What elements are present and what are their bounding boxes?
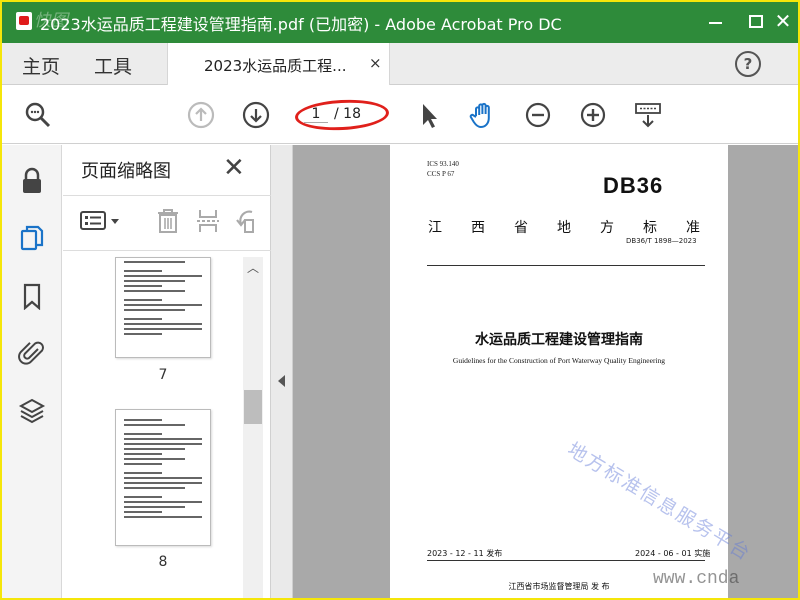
document-tab-close-button[interactable]: ×: [369, 54, 382, 72]
plus-circle-icon: [580, 102, 606, 128]
page-thumbnail-7[interactable]: [115, 257, 211, 358]
extract-page-button[interactable]: [193, 206, 223, 236]
search-button[interactable]: [22, 99, 54, 131]
layers-icon: [18, 398, 46, 424]
rotate-page-button[interactable]: [231, 206, 261, 236]
home-tab[interactable]: 主页: [22, 52, 60, 79]
layers-button[interactable]: [16, 395, 48, 427]
pdf-page: ICS 93.140 CCS P 67 DB36 江 西 省 地 方 标 准 D…: [390, 145, 755, 600]
hand-tool-button[interactable]: [467, 99, 499, 131]
standard-code: DB36: [603, 173, 664, 198]
title-bar: 快图 2023水运品质工程建设管理指南.pdf (已加密) - Adobe Ac…: [0, 0, 800, 43]
security-button[interactable]: [16, 165, 48, 197]
category-char: 地: [557, 220, 571, 236]
arrow-down-circle-icon: [242, 101, 270, 129]
document-view[interactable]: ICS 93.140 CCS P 67 DB36 江 西 省 地 方 标 准 D…: [293, 145, 800, 600]
help-button[interactable]: ?: [735, 51, 761, 77]
select-tool-button[interactable]: [413, 99, 445, 131]
left-rail: [0, 145, 62, 600]
attachments-button[interactable]: [16, 337, 48, 369]
thumbnail-page-number: 7: [158, 367, 168, 383]
document-subtitle: Guidelines for the Construction of Port …: [452, 356, 666, 365]
maximize-icon: [749, 14, 763, 28]
category-char: 方: [600, 220, 614, 236]
thumbnails-close-button[interactable]: ✕: [223, 153, 245, 183]
top-rule: [427, 265, 705, 266]
toolbar: 1 / 18: [0, 86, 800, 144]
bookmark-icon: [23, 283, 41, 310]
previous-page-button[interactable]: [185, 99, 217, 131]
ccs-code: CCS P 67: [427, 170, 455, 178]
options-menu-icon: [80, 211, 119, 230]
implementation-date: 2024 - 06 - 01 实施: [635, 549, 711, 558]
document-title: 水运品质工程建设管理指南: [475, 332, 643, 348]
thumbnail-options-button[interactable]: [79, 206, 125, 236]
category-char: 西: [471, 220, 485, 236]
page-thumbnails-button[interactable]: [16, 222, 48, 254]
keyboard-download-button[interactable]: [632, 99, 664, 131]
extract-icon: [197, 210, 219, 232]
close-window-button[interactable]: ✕: [768, 8, 798, 34]
menu-bar: 主页 工具 2023水运品质工程... × ?: [0, 43, 800, 85]
page-thumbnail-8[interactable]: [115, 409, 211, 546]
issue-date: 2023 - 12 - 11 发布: [427, 549, 503, 558]
minimize-icon: [708, 22, 722, 24]
thumbnail-page-number: 8: [158, 554, 168, 570]
thumbnail-scrollbar[interactable]: ︿: [243, 257, 263, 600]
rotate-icon: [236, 210, 254, 233]
panel-collapse-strip[interactable]: [271, 145, 293, 600]
ics-code: ICS 93.140: [427, 160, 459, 168]
bottom-rule: [427, 560, 705, 561]
classification-codes: ICS 93.140 CCS P 67: [427, 159, 459, 179]
hand-icon: [469, 102, 490, 128]
trash-icon: [158, 209, 178, 233]
delete-page-button[interactable]: [153, 206, 183, 236]
collapse-arrow-icon: [278, 375, 285, 387]
standard-category: 江 西 省 地 方 标 准: [428, 217, 700, 237]
lock-icon: [23, 167, 41, 193]
window-title: 2023水运品质工程建设管理指南.pdf (已加密) - Adobe Acrob…: [40, 15, 562, 34]
category-char: 省: [514, 220, 528, 236]
document-tab-label: 2023水运品质工程...: [204, 57, 347, 75]
category-char: 准: [686, 220, 700, 236]
arrow-up-circle-icon: [187, 101, 215, 129]
scroll-up-icon[interactable]: ︿: [247, 259, 259, 276]
acrobat-icon: [16, 12, 32, 30]
thumbnails-toolbar: [63, 195, 271, 251]
minus-circle-icon: [525, 102, 551, 128]
tools-tab[interactable]: 工具: [94, 52, 132, 79]
thumbnails-panel: 页面缩略图 ✕ 7 8 ︿: [63, 145, 271, 600]
category-char: 标: [643, 220, 657, 236]
keyboard-download-icon: [635, 103, 661, 128]
standard-number: DB36/T 1898—2023: [626, 237, 697, 245]
maximize-button[interactable]: [741, 8, 771, 34]
zoom-out-button[interactable]: [522, 99, 554, 131]
minimize-button[interactable]: [700, 8, 730, 34]
zoom-in-button[interactable]: [577, 99, 609, 131]
pages-icon: [20, 225, 44, 251]
url-watermark: www.cnda: [653, 569, 740, 589]
document-tab[interactable]: 2023水运品质工程... ×: [167, 43, 390, 85]
thumbnails-title: 页面缩略图: [81, 161, 171, 182]
platform-watermark: 地方标准信息服务平台: [563, 438, 755, 566]
pointer-icon: [423, 104, 437, 128]
category-char: 江: [428, 220, 442, 236]
paperclip-icon: [18, 341, 44, 365]
bookmarks-button[interactable]: [16, 280, 48, 312]
search-icon: [25, 102, 51, 128]
next-page-button[interactable]: [240, 99, 272, 131]
scrollbar-thumb[interactable]: [244, 390, 262, 424]
